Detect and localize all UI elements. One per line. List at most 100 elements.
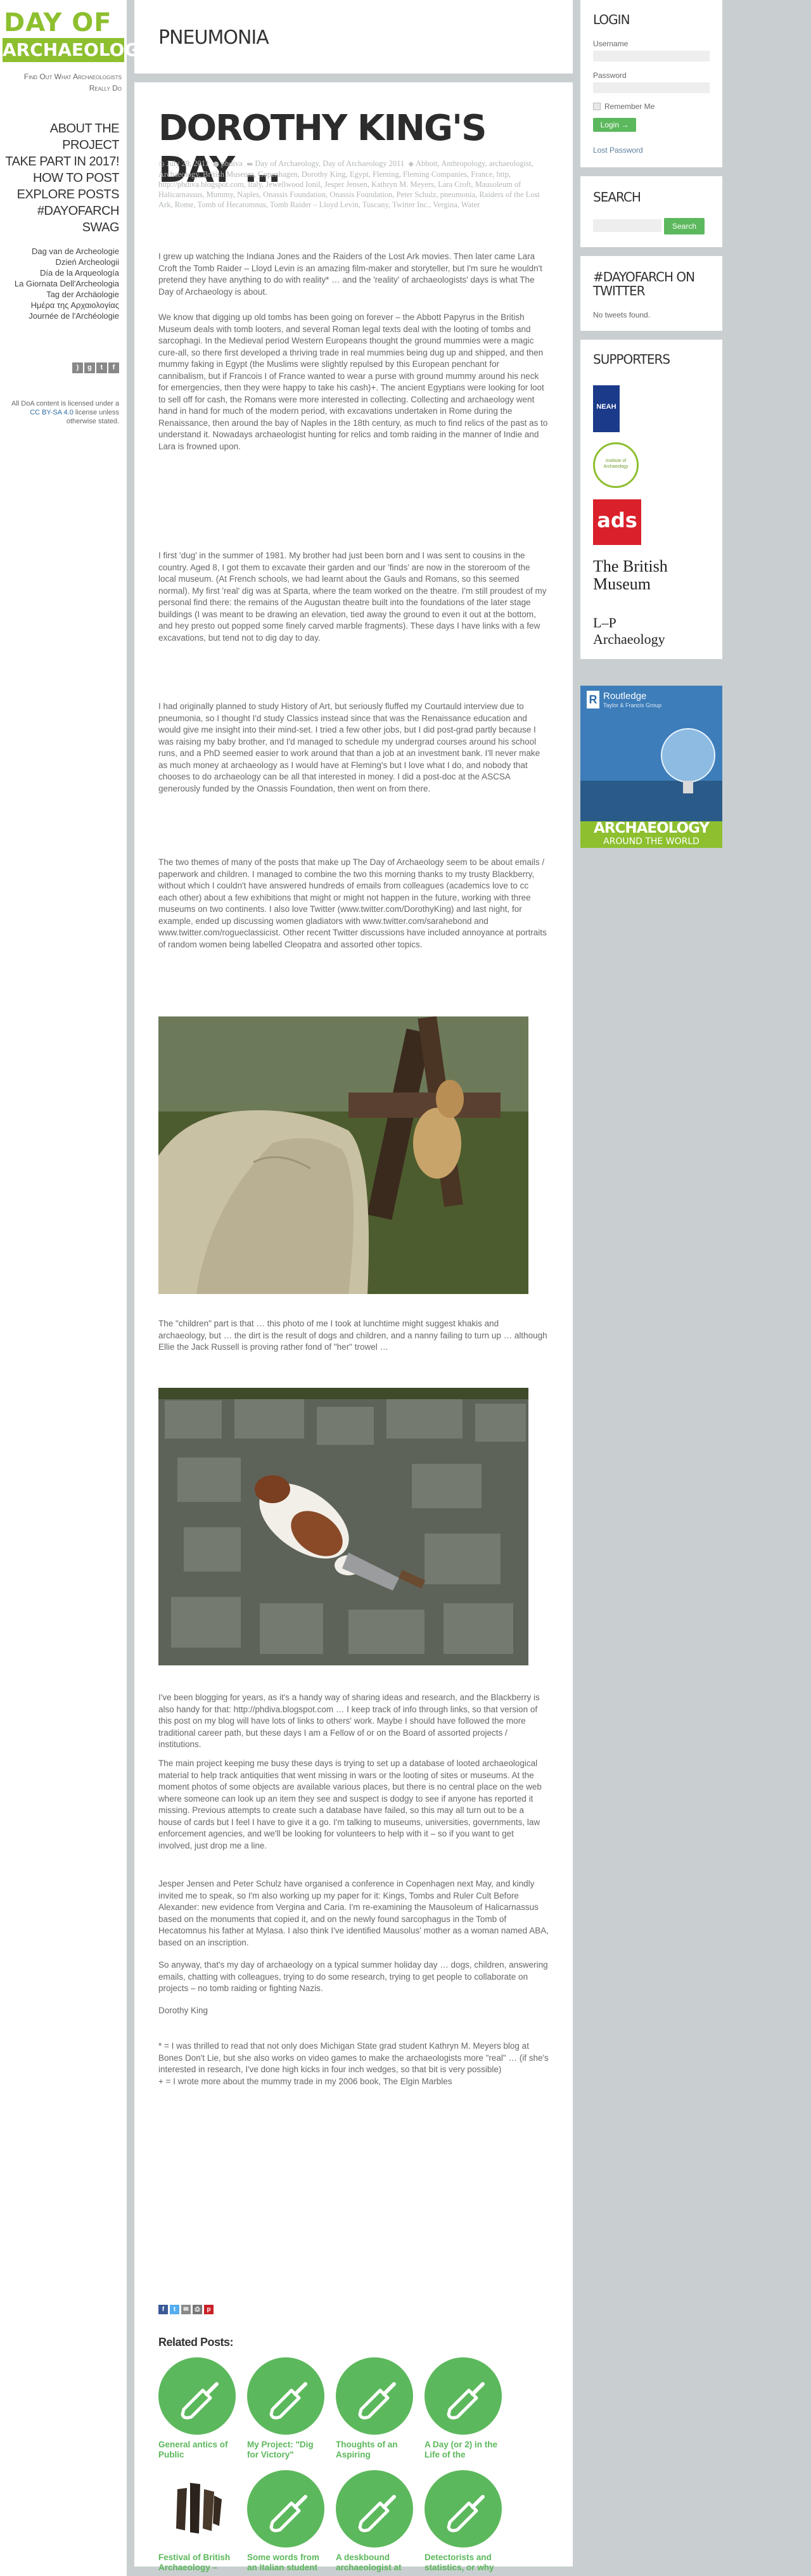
supporter-logo-neah[interactable]: NEAH — [593, 385, 620, 432]
remember-label: Remember Me — [604, 102, 655, 111]
related-post-title: My Project: "Dig for Victory" — [247, 2440, 314, 2459]
twitter-icon[interactable]: t — [96, 362, 107, 373]
trowel-icon — [247, 2357, 324, 2435]
lang-greek[interactable]: Ημέρα της Αρχαιολογίας — [15, 300, 119, 311]
ad-publisher-sub: Taylor & Francis Group — [603, 702, 662, 708]
post-date[interactable]: July 29, 2011 — [167, 159, 209, 168]
post-author[interactable]: phdiva — [221, 159, 243, 168]
license-notice: All DoA content is licensed under a CC B… — [11, 399, 119, 426]
lang-german[interactable]: Tag der Archäologie — [15, 289, 119, 300]
khakis-photo — [158, 1016, 528, 1294]
lang-dutch[interactable]: Dag van de Archeologie — [15, 246, 119, 257]
nav-how-to-post[interactable]: How to Post — [0, 170, 120, 186]
lang-polish[interactable]: Dzień Archeologii — [15, 257, 119, 267]
left-sidebar: DAY OF ARCHAEOLOGY Find Out What Archaeo… — [0, 0, 151, 2576]
license-link[interactable]: CC BY-SA 4.0 — [30, 409, 73, 416]
supporter-logo-lp[interactable]: L–P Archaeology — [593, 612, 665, 650]
trowel-icon — [336, 2470, 413, 2547]
related-post-photo — [158, 2470, 236, 2547]
trowel-icon — [336, 2357, 413, 2435]
supporter-logo-text: The British Museum — [593, 557, 668, 593]
lang-french[interactable]: Journée de l'Archéologie — [15, 311, 119, 321]
search-widget: Search Search — [580, 176, 722, 247]
twitter-share-icon[interactable]: t — [170, 2305, 179, 2314]
lost-password-link[interactable]: Lost Password — [593, 146, 643, 155]
supporter-logo-british-museum[interactable]: The British Museum — [593, 558, 710, 596]
facebook-icon[interactable]: f — [108, 362, 119, 373]
supporters-widget: Supporters NEAH Institute of Archaeology… — [580, 340, 722, 1052]
related-post-title: A Day (or 2) in the Life of the — [425, 2440, 498, 2459]
post-paragraph: I first 'dug' in the summer of 1981. My … — [158, 551, 547, 643]
site-tagline: Find Out What Archaeologists Really Do — [23, 72, 122, 93]
supporter-logo-ioa[interactable]: Institute of Archaeology — [593, 442, 639, 488]
username-label: Username — [593, 39, 629, 48]
language-nav: Dag van de Archeologie Dzień Archeologii… — [15, 246, 119, 321]
related-post-card[interactable]: My Project: "Dig for Victory" — [247, 2357, 324, 2461]
pinterest-share-icon[interactable]: p — [204, 2305, 214, 2314]
related-post-title: General antics of Public — [158, 2440, 228, 2459]
rss-icon[interactable]: ) — [72, 362, 83, 373]
folder-icon: ▬ — [246, 160, 253, 168]
supporter-logo-text: Institute of Archaeology — [603, 459, 629, 469]
twitter-widget: #DayofArch on Twitter No tweets found. — [580, 256, 722, 331]
no-tweets-text: No tweets found. — [593, 311, 651, 319]
facebook-share-icon[interactable]: f — [158, 2305, 168, 2314]
login-heading: Login — [593, 12, 630, 27]
related-post-card[interactable]: Thoughts of an Aspiring — [336, 2357, 413, 2461]
related-post-title: Detectorists and statistics, or why — [425, 2553, 494, 2572]
related-post-title: A deskbound archaeologist at — [336, 2553, 402, 2572]
category-title: Pneumonia — [158, 27, 269, 49]
routledge-ad[interactable]: Routledge Taylor & Francis Group R ARCHA… — [580, 686, 722, 848]
related-posts-heading: Related Posts: — [158, 2336, 234, 2349]
username-input[interactable] — [593, 51, 710, 61]
post-footnotes: * = I was thrilled to read that not only… — [158, 2041, 549, 2086]
print-share-icon[interactable]: ⎙ — [193, 2305, 202, 2314]
ad-line1: ARCHAEOLOGY — [593, 820, 710, 836]
post-container: Dorothy King's Day … ◷ July 29, 2011 ● phd… — [134, 82, 573, 2572]
ad-logo-icon: R — [587, 691, 599, 708]
nav-about[interactable]: About the Project — [0, 120, 120, 153]
related-post-card[interactable]: Some words from an Italian student — [247, 2470, 324, 2574]
trowel-icon — [425, 2470, 502, 2547]
nav-explore[interactable]: Explore Posts — [0, 186, 120, 203]
search-button[interactable]: Search — [664, 218, 705, 234]
supporters-heading: Supporters — [593, 352, 670, 367]
related-post-card[interactable]: Detectorists and statistics, or why — [425, 2470, 502, 2574]
logo-line1: DAY OF — [4, 8, 112, 37]
jack-russell-photo — [158, 1388, 528, 1665]
user-icon: ● — [213, 160, 219, 168]
lang-italian[interactable]: La Giornata Dell'Archeologia — [15, 278, 119, 289]
trowel-icon — [247, 2470, 324, 2547]
login-button[interactable]: Login → — [593, 118, 636, 132]
share-bar: f t ✉ ⎙ p — [158, 2303, 215, 2314]
nav-swag[interactable]: #DayofArch Swag — [0, 203, 120, 236]
post-categories[interactable]: Day of Archaeology, Day of Archaeology 2… — [255, 159, 404, 168]
tag-icon: ◆ — [408, 160, 414, 168]
related-post-card[interactable]: A Day (or 2) in the Life of the — [425, 2357, 502, 2461]
lang-spanish[interactable]: Día de la Arqueología — [15, 267, 119, 278]
site-logo[interactable]: DAY OF ARCHAEOLOGY — [0, 8, 151, 66]
related-post-card[interactable]: A deskbound archaeologist at — [336, 2470, 413, 2574]
ad-line2: AROUND THE WORLD — [603, 836, 699, 847]
related-post-title: Some words from an Italian student — [247, 2553, 320, 2572]
supporter-logo-ads[interactable]: ads — [593, 499, 641, 545]
related-post-title: Festival of British Archaeology – — [158, 2553, 231, 2572]
trowel-icon — [158, 2357, 236, 2435]
password-input[interactable] — [593, 82, 710, 93]
related-post-card[interactable]: General antics of Public — [158, 2357, 236, 2461]
related-post-card[interactable]: Festival of British Archaeology – — [158, 2470, 236, 2574]
email-share-icon[interactable]: ✉ — [181, 2305, 191, 2314]
category-header: Pneumonia — [134, 0, 573, 74]
main-nav: About the Project Take Part in 2017! How… — [0, 120, 119, 236]
post-meta: ◷ July 29, 2011 ● phdiva ▬ Day of Archaeolo… — [158, 158, 549, 210]
nav-take-part[interactable]: Take Part in 2017! — [0, 153, 119, 170]
post-paragraph: The "children" part is that … this photo… — [158, 1319, 547, 1352]
search-input[interactable] — [593, 219, 661, 232]
remember-checkbox[interactable] — [593, 103, 601, 110]
post-paragraph: I had originally planned to study Histor… — [158, 702, 540, 793]
ad-publisher: Routledge — [603, 691, 647, 702]
google-plus-icon[interactable]: g — [84, 362, 95, 373]
supporter-logo-text: L–P Archaeology — [593, 615, 665, 647]
post-paragraph: So anyway, that's my day of archaeology … — [158, 1960, 548, 1993]
social-icons: ) g t f — [71, 361, 119, 373]
